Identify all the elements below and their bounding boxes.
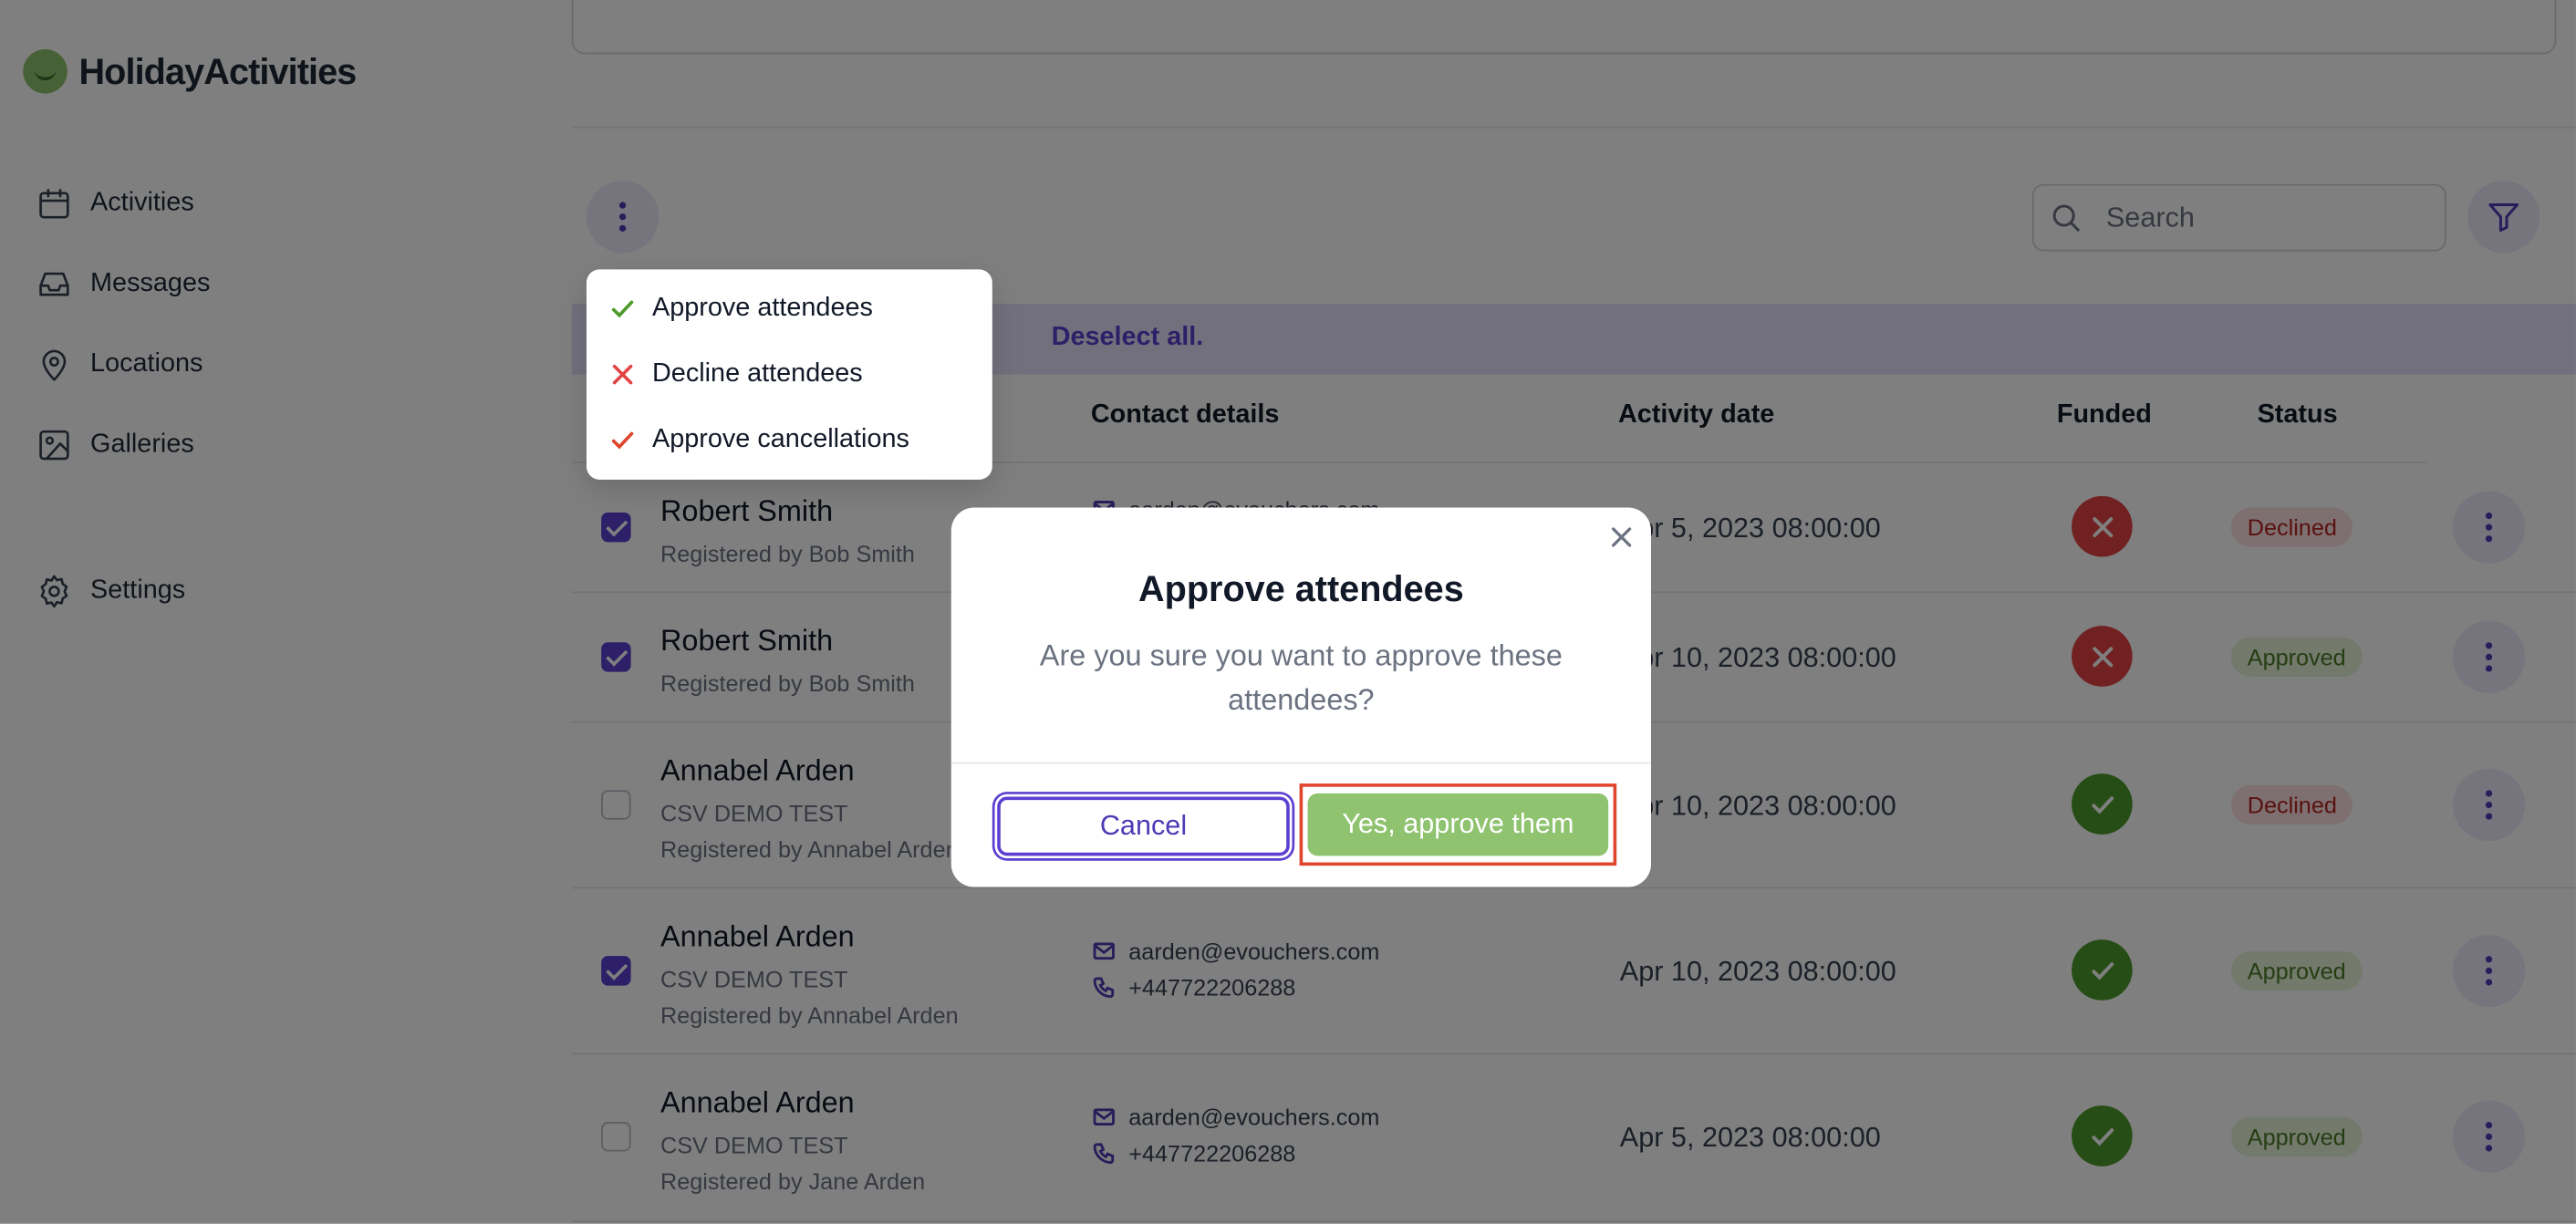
check-icon: [611, 300, 634, 318]
menu-item-label: Approve attendees: [651, 294, 873, 322]
x-icon: [612, 364, 633, 385]
highlight-box: Yes, approve them: [1299, 783, 1617, 866]
cancel-button[interactable]: Cancel: [997, 796, 1290, 856]
menu-item-approve-cancellations[interactable]: Approve cancellations: [609, 420, 909, 460]
check-icon: [611, 431, 634, 450]
close-icon: [1611, 527, 1632, 547]
confirm-approve-button[interactable]: Yes, approve them: [1307, 793, 1609, 856]
dialog-title: Approve attendees: [1138, 568, 1464, 610]
menu-item-label: Approve cancellations: [651, 425, 909, 454]
bulk-actions-menu: Approve attendees Decline attendees Appr…: [586, 269, 992, 480]
menu-item-decline-attendees[interactable]: Decline attendees: [609, 355, 863, 394]
close-button[interactable]: [1608, 524, 1635, 551]
menu-item-label: Decline attendees: [651, 359, 863, 389]
dialog-divider: [950, 762, 1652, 764]
menu-item-approve-attendees[interactable]: Approve attendees: [609, 289, 873, 328]
approve-confirmation-dialog: Approve attendees Are you sure you want …: [950, 507, 1652, 887]
dialog-message: Are you sure you want to approve these a…: [1039, 638, 1563, 717]
